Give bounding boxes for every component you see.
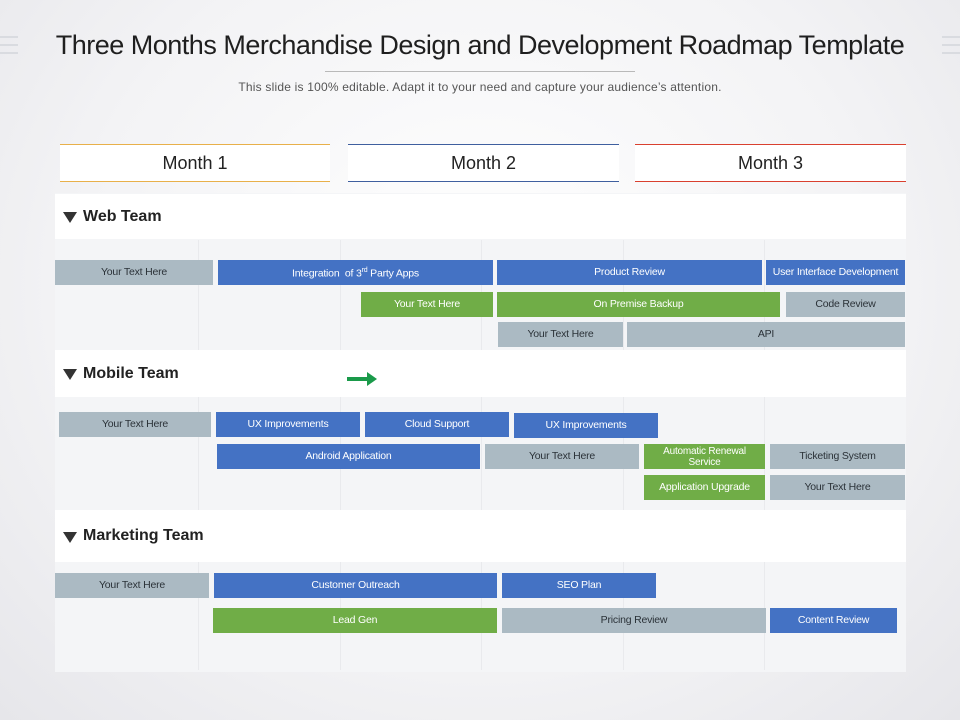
web-team-label: Web Team (83, 207, 162, 225)
grid-line (198, 240, 199, 670)
mobile-task-bar[interactable]: Your Text Here (59, 412, 211, 437)
web-task-bar[interactable]: User Interface Development (766, 260, 905, 285)
marketing-task-bar[interactable]: Customer Outreach (214, 573, 497, 598)
marketing-team-header[interactable]: Marketing Team (55, 510, 906, 562)
web-task-bar[interactable]: Code Review (786, 292, 905, 317)
month-3-header: Month 3 (635, 144, 906, 182)
web-task-bar[interactable]: Your Text Here (55, 260, 213, 285)
mobile-team-label: Mobile Team (83, 364, 179, 382)
triangle-down-icon (63, 212, 77, 223)
mobile-task-bar[interactable]: UX Improvements (216, 412, 360, 437)
month-2-label: Month 2 (450, 152, 517, 173)
marketing-task-bar[interactable]: Pricing Review (502, 608, 766, 633)
mobile-team-header[interactable]: Mobile Team (55, 350, 906, 397)
web-team-header[interactable]: Web Team (55, 194, 906, 239)
marketing-team-label: Marketing Team (83, 527, 204, 544)
web-task-bar[interactable]: API (627, 322, 905, 347)
title-divider (325, 71, 635, 72)
web-task-bar[interactable]: Your Text Here (498, 322, 623, 347)
triangle-down-icon (63, 531, 77, 543)
marketing-task-bar[interactable]: Content Review (770, 608, 897, 633)
month-2-header: Month 2 (348, 144, 619, 182)
mobile-task-bar[interactable]: Application Upgrade (644, 475, 765, 500)
marketing-task-bar[interactable]: Your Text Here (55, 573, 209, 598)
month-3-label: Month 3 (737, 152, 804, 173)
web-task-bar[interactable]: Your Text Here (361, 292, 493, 317)
triangle-down-icon (63, 369, 77, 380)
mobile-task-bar[interactable]: Automatic Renewal Service (644, 444, 765, 469)
page-title: Three Months Merchandise Design and Deve… (55, 30, 905, 60)
mobile-task-bar[interactable]: Ticketing System (770, 444, 905, 469)
mobile-task-bar[interactable]: Your Text Here (485, 444, 639, 469)
month-1-label: Month 1 (162, 152, 228, 173)
web-task-bar[interactable]: Product Review (497, 260, 762, 285)
mobile-task-bar[interactable]: Cloud Support (365, 412, 509, 437)
bar-label-prefix: Integration of 3rd Party Apps (292, 267, 419, 280)
web-task-bar[interactable]: Integration of 3rd Party Apps (218, 260, 493, 285)
web-task-bar[interactable]: On Premise Backup (497, 292, 780, 317)
marketing-task-bar[interactable]: Lead Gen (213, 608, 497, 633)
month-1-header: Month 1 (60, 144, 330, 182)
mobile-task-bar[interactable]: Android Application (217, 444, 480, 469)
mobile-task-bar[interactable]: UX Improvements (514, 413, 658, 438)
marketing-task-bar[interactable]: SEO Plan (502, 573, 656, 598)
mobile-task-bar[interactable]: Your Text Here (770, 475, 905, 500)
arrow-right-icon (347, 372, 377, 386)
page-subtitle: This slide is 100% editable. Adapt it to… (238, 80, 722, 94)
